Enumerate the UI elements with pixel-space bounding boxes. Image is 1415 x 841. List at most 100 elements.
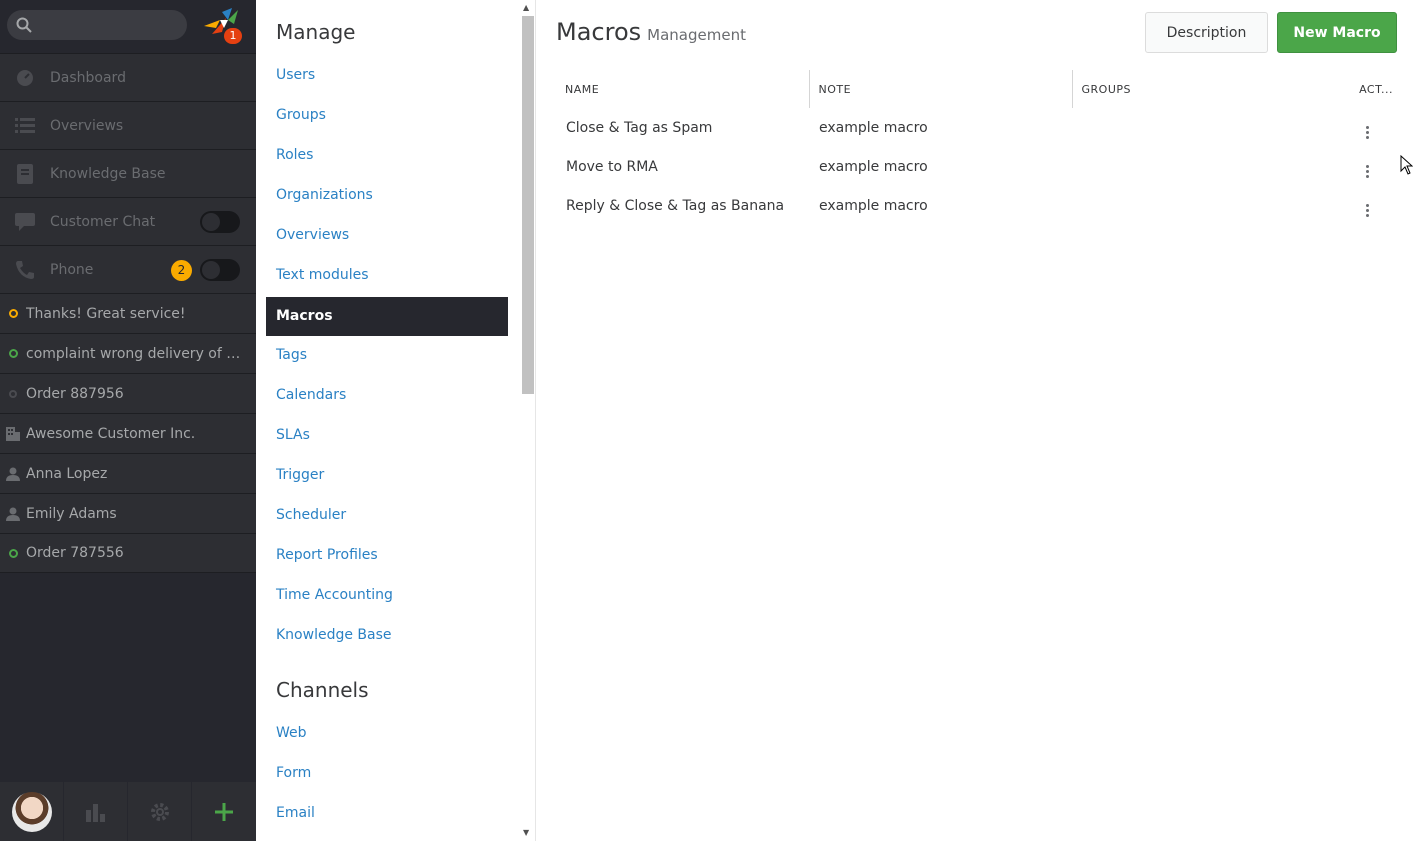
list-icon [0,117,50,135]
bar-chart-icon [85,803,105,822]
macros-table: NAME NOTE GROUPS ACT... Close & Tag as S… [556,70,1397,225]
macro-name[interactable]: Close & Tag as Spam [556,108,809,147]
task-label: Order 787556 [26,545,124,561]
new-ticket-button[interactable] [192,782,256,841]
task-item[interactable]: Awesome Customer Inc. [0,413,256,453]
menu-item-groups[interactable]: Groups [266,96,508,135]
column-header-actions: ACT... [1359,82,1393,96]
scroll-up-arrow-icon[interactable]: ▲ [523,3,529,12]
phone-availability-toggle[interactable] [200,259,240,281]
task-label: Emily Adams [26,505,117,522]
reports-button[interactable] [64,782,128,841]
avatar [11,791,52,832]
plus-icon [215,802,233,821]
nav-item-label: Dashboard [50,69,126,86]
menu-item-calendars[interactable]: Calendars [266,376,508,415]
menu-item-form[interactable]: Form [266,754,508,793]
settings-button[interactable] [128,782,192,841]
column-header-groups[interactable]: GROUPS [1071,70,1327,108]
scrollbar-thumb[interactable] [522,16,534,394]
more-vertical-icon [1365,125,1369,139]
menu-item-organizations[interactable]: Organizations [266,176,508,215]
task-item[interactable]: Anna Lopez [0,453,256,493]
nav-item-label: Customer Chat [50,213,156,230]
menu-item-web[interactable]: Web [266,714,508,753]
nav-item-knowledge-base[interactable]: Knowledge Base [0,149,256,197]
phone-count-badge: 2 [171,260,192,281]
menu-scrollbar[interactable]: ▲ ▼ [519,0,535,841]
macro-groups [1072,108,1327,147]
more-vertical-icon [1365,164,1369,178]
menu-item-knowledge-base[interactable]: Knowledge Base [266,616,508,655]
task-label: Anna Lopez [26,465,108,482]
phone-icon [0,260,50,280]
menu-item-email[interactable]: Email [266,794,508,833]
table-row[interactable]: Close & Tag as Spam example macro [556,108,1397,147]
task-label: Thanks! Great service! [26,305,186,322]
description-button[interactable]: Description [1145,12,1268,53]
ticket-open-icon [0,349,26,358]
menu-item-roles[interactable]: Roles [266,136,508,175]
search-icon [16,17,32,33]
table-header-row: NAME NOTE GROUPS ACT... [556,70,1397,108]
column-header-name[interactable]: NAME [556,70,809,108]
table-row[interactable]: Move to RMA example macro [556,147,1397,186]
task-label: complaint wrong delivery of order 776888 [26,345,242,362]
page-title-main: Macros [556,18,642,46]
menu-item-time-accounting[interactable]: Time Accounting [266,576,508,615]
macro-note: example macro [819,158,928,175]
menu-item-report-profiles[interactable]: Report Profiles [266,536,508,575]
admin-menu: Manage Users Groups Roles Organizations … [256,0,536,841]
macro-name[interactable]: Reply & Close & Tag as Banana [556,186,809,225]
scroll-down-arrow-icon[interactable]: ▼ [523,828,529,837]
nav-item-phone[interactable]: Phone 2 [0,245,256,293]
nav-item-dashboard[interactable]: Dashboard [0,53,256,101]
more-vertical-icon [1365,203,1369,217]
nav-item-label: Phone [50,261,94,278]
menu-item-overviews[interactable]: Overviews [266,216,508,255]
nav-bottom-bar [0,782,256,841]
notification-count-badge: 1 [224,28,242,44]
chat-icon [0,212,50,231]
manage-heading: Manage [276,20,356,44]
task-item[interactable]: Thanks! Great service! [0,293,256,333]
page-title-sub: Management [647,26,746,44]
menu-item-trigger[interactable]: Trigger [266,456,508,495]
menu-item-macros[interactable]: Macros [266,297,508,336]
nav-item-label: Overviews [50,117,124,134]
row-actions-button[interactable] [1327,108,1397,147]
search-bar-row: 1 [0,0,256,53]
menu-item-text-modules[interactable]: Text modules [266,256,508,295]
mouse-cursor-icon [1400,155,1413,175]
row-actions-button[interactable] [1327,147,1397,186]
dashboard-icon [0,68,50,88]
nav-item-overviews[interactable]: Overviews [0,101,256,149]
menu-item-slas[interactable]: SLAs [266,416,508,455]
ticket-open-icon [0,548,26,558]
page-title: Macros Management [556,18,746,46]
task-label: Awesome Customer Inc. [26,425,196,442]
menu-item-scheduler[interactable]: Scheduler [266,496,508,535]
organization-icon [0,426,26,441]
ticket-open-icon [0,309,26,318]
global-search-input[interactable] [7,10,187,40]
chat-availability-toggle[interactable] [200,211,240,233]
macro-note: example macro [819,119,928,136]
gear-icon [150,802,169,821]
task-item[interactable]: complaint wrong delivery of order 776888 [0,333,256,373]
task-item[interactable]: Order 787556 [0,533,256,573]
macro-groups [1072,186,1327,225]
channels-heading: Channels [276,678,369,702]
column-header-note[interactable]: NOTE [808,70,1072,108]
menu-item-tags[interactable]: Tags [266,336,508,375]
macro-name[interactable]: Move to RMA [556,147,809,186]
row-actions-button[interactable] [1327,186,1397,225]
table-row[interactable]: Reply & Close & Tag as Banana example ma… [556,186,1397,225]
task-item[interactable]: Order 887956 [0,373,256,413]
nav-item-customer-chat[interactable]: Customer Chat [0,197,256,245]
task-item[interactable]: Emily Adams [0,493,256,533]
user-menu-button[interactable] [0,782,64,841]
new-macro-button[interactable]: New Macro [1277,12,1397,53]
macro-groups [1072,147,1327,186]
menu-item-users[interactable]: Users [266,56,508,95]
